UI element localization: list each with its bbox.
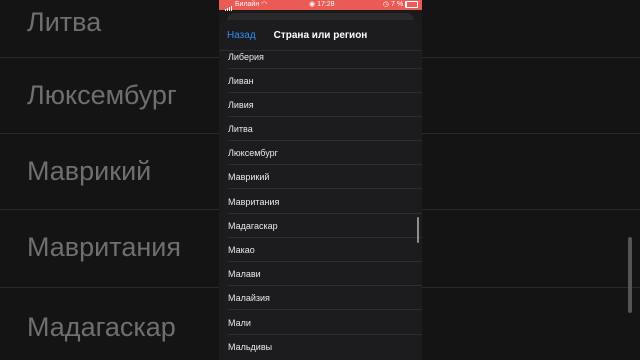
background-item-label: Маврикий (27, 156, 152, 186)
carrier-label: Билайн (234, 1, 260, 8)
list-item-label: Макао (228, 245, 255, 255)
status-bar: Билайн ◠ ◉ 17:28 ◷ 7 % (219, 0, 422, 12)
background-item-label: Литва (27, 7, 102, 37)
list-item[interactable]: Малави (219, 262, 422, 286)
battery-percent: 7 % (390, 1, 404, 8)
country-picker-sheet: Страна или регион Назад Либерия Ливан Ли… (219, 20, 422, 360)
list-item-label: Мали (228, 318, 251, 328)
status-left: Билайн ◠ (225, 0, 268, 12)
list-item-label: Мавритания (228, 197, 280, 207)
list-item-label: Малайзия (228, 293, 270, 303)
background-item-label: Мадагаскар (27, 312, 176, 342)
list-item-label: Литва (228, 124, 253, 134)
background-item-label: Люксембург (27, 80, 177, 110)
clock: 17:28 (317, 1, 335, 8)
list-item[interactable]: Макао (219, 238, 422, 262)
phone-screen: Билайн ◠ ◉ 17:28 ◷ 7 % Страна или регион… (219, 0, 422, 360)
list-item[interactable]: Маврикий (219, 165, 422, 189)
list-item-label: Мадагаскар (228, 221, 278, 231)
list-item-label: Ливия (228, 100, 254, 110)
status-center: ◉ 17:28 (309, 0, 335, 10)
list-item[interactable]: Люксембург (219, 141, 422, 165)
list-item[interactable]: Мали (219, 311, 422, 335)
list-item-label: Ливан (228, 76, 254, 86)
list-item[interactable]: Ливан (219, 69, 422, 93)
list-item[interactable]: Мавритания (219, 190, 422, 214)
signal-icon (225, 1, 233, 12)
list-item[interactable]: Ливия (219, 93, 422, 117)
list-item[interactable]: Либерия (219, 45, 422, 69)
status-right: ◷ 7 % (383, 0, 418, 10)
list-item-label: Малави (228, 269, 261, 279)
list-item-label: Люксембург (228, 148, 278, 158)
call-icon: ◉ (309, 1, 316, 8)
list-item[interactable]: Мальдивы (219, 335, 422, 359)
row-divider (228, 309, 422, 310)
scroll-indicator[interactable] (417, 217, 419, 243)
list-item[interactable]: Малайзия (219, 286, 422, 310)
list-item[interactable]: Литва (219, 117, 422, 141)
row-divider (228, 188, 422, 189)
background-item-label: Мавритания (27, 232, 181, 262)
list-item[interactable]: Мадагаскар (219, 214, 422, 238)
battery-icon (405, 0, 418, 8)
wifi-icon: ◠ (261, 1, 268, 8)
background-scroll-indicator (628, 237, 632, 313)
list-item-label: Мальдивы (228, 342, 273, 352)
list-item-label: Маврикий (228, 172, 270, 182)
list-item-label: Либерия (228, 52, 264, 62)
alarm-icon: ◷ (382, 1, 390, 8)
back-button[interactable]: Назад (227, 30, 256, 41)
